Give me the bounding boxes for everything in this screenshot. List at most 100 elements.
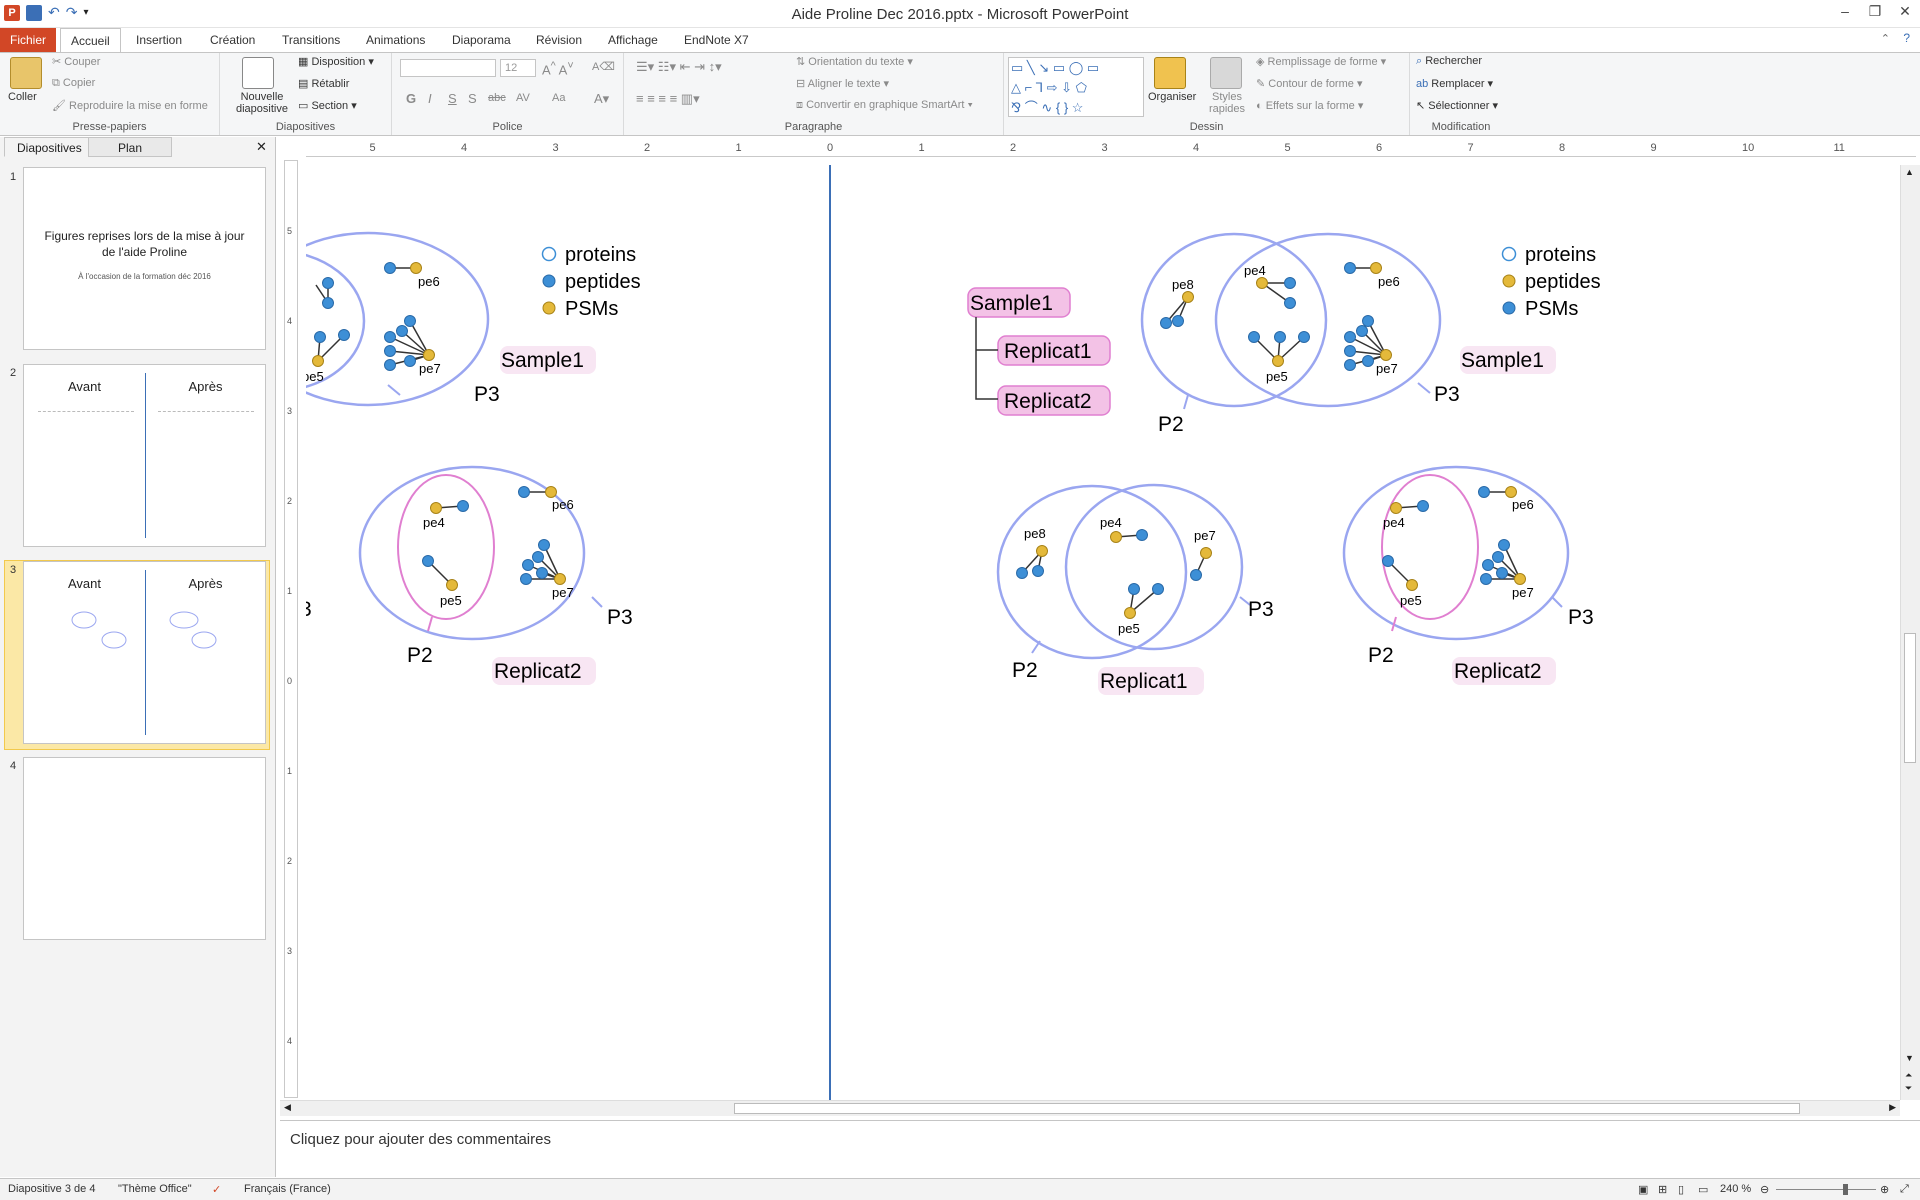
horizontal-scrollbar[interactable]: ◀ ▶ — [280, 1100, 1900, 1116]
ruler-tick-label: 5 — [369, 142, 376, 154]
left-legend-psms: PSMs — [565, 298, 618, 320]
scroll-down-icon[interactable]: ▼ — [1905, 1053, 1914, 1063]
tab-slides-pane[interactable]: Diapositives — [4, 137, 95, 157]
cut-button[interactable]: ✂ Couper — [52, 55, 100, 68]
underline-button[interactable]: S — [448, 91, 457, 106]
scroll-up-icon[interactable]: ▲ — [1905, 167, 1914, 177]
previous-slide-icon[interactable]: ⏶ — [1905, 1070, 1912, 1081]
minimize-icon[interactable]: – — [1830, 0, 1860, 24]
section-label: Section — [311, 100, 349, 112]
slide-thumbnail-4[interactable] — [23, 757, 266, 940]
slide-canvas[interactable]: pe6 pe7 pe5 P3 Sample1 proteins peptides… — [306, 165, 1906, 1100]
vertical-scroll-thumb[interactable] — [1904, 633, 1916, 763]
view-sorter-icon[interactable]: ⊞ — [1658, 1183, 1667, 1196]
char-spacing-button[interactable]: AV — [516, 92, 530, 104]
ribbon-tabs: Fichier Accueil Insertion Création Trans… — [0, 28, 1920, 53]
paste-button[interactable]: Coller — [8, 91, 37, 103]
replace-icon: ab — [1416, 78, 1432, 90]
align-icons[interactable]: ≡ ≡ ≡ ≡ ▥▾ — [636, 91, 700, 107]
tab-insertion[interactable]: Insertion — [126, 28, 192, 52]
spellcheck-icon[interactable]: ✓ — [212, 1183, 221, 1196]
tab-endnote[interactable]: EndNote X7 — [674, 28, 759, 52]
format-painter-button[interactable]: 🖌 Reproduire la mise en forme — [52, 99, 208, 112]
shadow-button[interactable]: S — [468, 91, 477, 106]
change-case-button[interactable]: Aa — [552, 92, 565, 104]
scroll-left-icon[interactable]: ◀ — [284, 1102, 291, 1113]
layout-button[interactable]: ▦ Disposition ▾ — [298, 55, 374, 68]
align-text-button[interactable]: ⊟ Aligner le texte ▾ — [796, 77, 889, 90]
thumb-3-right-title: Après — [188, 576, 223, 591]
view-slideshow-icon[interactable]: ▭ — [1698, 1183, 1708, 1196]
bullets-icon[interactable]: ☰▾ ☷▾ ⇤ ⇥ ↕▾ — [636, 59, 722, 75]
status-language[interactable]: Français (France) — [244, 1183, 331, 1195]
shape-effects-button[interactable]: ◐ Effets sur la forme ▾ — [1256, 99, 1363, 112]
new-slide-icon[interactable] — [242, 57, 274, 89]
select-button[interactable]: ↖ Sélectionner ▾ — [1416, 99, 1498, 112]
slide-thumbnail-3[interactable]: Avant Après — [23, 561, 266, 744]
tab-animations[interactable]: Animations — [356, 28, 435, 52]
minimize-ribbon-icon[interactable]: ⌃ — [1881, 32, 1890, 45]
close-icon[interactable]: ✕ — [1890, 0, 1920, 24]
paste-icon[interactable] — [10, 57, 42, 89]
italic-button[interactable]: I — [428, 91, 432, 106]
grow-font-icon[interactable]: A^ A˅ — [542, 60, 574, 77]
section-button[interactable]: ▭ Section ▾ — [298, 99, 357, 112]
tab-outline-pane[interactable]: Plan — [88, 137, 172, 157]
slide-thumbnail-1[interactable]: Figures reprises lors de la mise à jour … — [23, 167, 266, 350]
bold-button[interactable]: G — [406, 91, 416, 106]
tab-affichage[interactable]: Affichage — [598, 28, 668, 52]
tab-fichier[interactable]: Fichier — [0, 28, 56, 52]
new-slide-button[interactable]: Nouvelle diapositive — [228, 91, 296, 115]
scroll-right-icon[interactable]: ▶ — [1889, 1102, 1896, 1113]
shape-outline-button[interactable]: ✎ Contour de forme ▾ — [1256, 77, 1362, 90]
tab-transitions[interactable]: Transitions — [272, 28, 350, 52]
vertical-scrollbar[interactable]: ▲ ▼ ⏶ ⏷ — [1900, 165, 1920, 1100]
smartart-button[interactable]: ⧈ Convertir en graphique SmartArt ▾ — [796, 99, 973, 112]
notes-placeholder[interactable]: Cliquez pour ajouter des commentaires — [290, 1131, 551, 1148]
find-button[interactable]: ⌕ Rechercher — [1416, 55, 1482, 68]
tab-revision[interactable]: Révision — [526, 28, 592, 52]
slide-thumbnail-2[interactable]: Avant Après — [23, 364, 266, 547]
close-pane-icon[interactable]: ✕ — [256, 139, 267, 155]
right-sample-pe8: pe8 — [1172, 277, 1194, 292]
restore-icon[interactable]: ❐ — [1860, 0, 1890, 24]
font-size-select[interactable]: 12 — [500, 59, 536, 77]
zoom-slider[interactable] — [1776, 1189, 1876, 1190]
horizontal-scroll-thumb[interactable] — [734, 1103, 1800, 1114]
shape-fill-button[interactable]: ◈ Remplissage de forme ▾ — [1256, 55, 1386, 68]
quick-styles-button[interactable]: Styles rapides — [1204, 91, 1250, 115]
quick-styles-icon[interactable] — [1210, 57, 1242, 89]
next-slide-icon[interactable]: ⏷ — [1905, 1083, 1912, 1094]
font-color-icon[interactable]: A▾ — [594, 91, 609, 107]
zoom-out-icon[interactable]: ⊖ — [1760, 1183, 1769, 1196]
zoom-in-icon[interactable]: ⊕ — [1880, 1183, 1889, 1196]
zoom-level[interactable]: 240 % — [1720, 1183, 1751, 1195]
help-icon[interactable]: ? — [1903, 31, 1910, 45]
font-family-select[interactable] — [400, 59, 496, 77]
clear-format-icon[interactable]: A⌫ — [592, 60, 615, 73]
ruler-tick-label: 9 — [1650, 142, 1657, 154]
text-direction-button[interactable]: ⇅ Orientation du texte ▾ — [796, 55, 913, 68]
view-normal-icon[interactable]: ▣ — [1638, 1183, 1648, 1196]
tab-creation[interactable]: Création — [200, 28, 265, 52]
tab-accueil[interactable]: Accueil — [60, 28, 121, 53]
shapes-gallery[interactable]: ▭ ╲ ↘ ▭ ◯ ▭ △ ⌐ ⅂ ⇨ ⇩ ⬠ ⅋ ⌒ ∿ { } ☆ — [1008, 57, 1144, 117]
arrange-icon[interactable] — [1154, 57, 1186, 89]
strikethrough-button[interactable]: abc — [488, 92, 506, 104]
ruler-tick-label: 6 — [1376, 142, 1383, 154]
reset-button[interactable]: ▤ Rétablir — [298, 77, 349, 90]
vertical-ruler: 5 4 3 2 1 0 1 2 3 4 — [284, 160, 298, 1098]
arrange-button[interactable]: Organiser — [1148, 91, 1196, 103]
ruler-tick-label: 5 — [1284, 142, 1291, 154]
thumb-2-left-content — [38, 411, 134, 461]
section-icon: ▭ — [298, 100, 312, 112]
view-reading-icon[interactable]: ▯ — [1678, 1183, 1684, 1196]
zoom-slider-thumb[interactable] — [1843, 1184, 1848, 1195]
thumb-2-right-content — [158, 411, 254, 461]
left-legend — [541, 246, 557, 315]
copy-button[interactable]: ⧉ Copier — [52, 77, 95, 90]
notes-pane[interactable]: Cliquez pour ajouter des commentaires — [280, 1120, 1920, 1178]
fit-to-window-icon[interactable]: ⤢ — [1900, 1183, 1909, 1196]
tab-diaporama[interactable]: Diaporama — [442, 28, 521, 52]
replace-button[interactable]: ab Remplacer ▾ — [1416, 77, 1493, 90]
